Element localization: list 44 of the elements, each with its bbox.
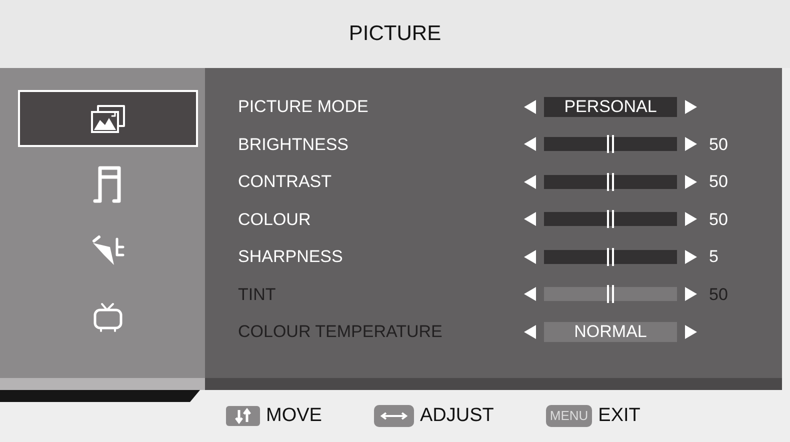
setting-label: TINT bbox=[238, 284, 277, 306]
right-arrow-icon[interactable] bbox=[685, 287, 697, 302]
sidebar-item[interactable] bbox=[18, 90, 198, 147]
setting-reading: 50 bbox=[709, 208, 728, 230]
menu-title: PICTURE bbox=[348, 21, 442, 48]
slider-thumb[interactable] bbox=[607, 135, 614, 154]
slider-track[interactable] bbox=[544, 250, 677, 264]
slider-thumb[interactable] bbox=[607, 248, 614, 266]
right-arrow-icon[interactable] bbox=[685, 212, 697, 226]
slider-thumb[interactable] bbox=[607, 172, 614, 191]
setting-label: BRIGHTNESS bbox=[238, 134, 350, 156]
setting-label: COLOUR bbox=[238, 208, 312, 230]
setting-reading: 50 bbox=[709, 284, 728, 306]
setting-label: PICTURE MODE bbox=[238, 96, 370, 118]
left-arrow-icon[interactable] bbox=[524, 174, 536, 189]
footer-hint: EXIT bbox=[598, 404, 640, 428]
footer-hint: ADJUST bbox=[420, 404, 494, 428]
setting-label: COLOUR TEMPERATURE bbox=[238, 321, 444, 343]
right-arrow-icon[interactable] bbox=[685, 100, 697, 114]
left-arrow-icon[interactable] bbox=[524, 212, 536, 226]
option-value[interactable]: PERSONAL bbox=[544, 96, 677, 117]
left-arrow-icon[interactable] bbox=[524, 324, 536, 339]
slider-track[interactable] bbox=[544, 212, 677, 226]
up-down-arrows-icon bbox=[226, 406, 260, 426]
left-arrow-icon[interactable] bbox=[524, 137, 536, 152]
pictures-icon bbox=[90, 104, 126, 134]
tv-icon bbox=[92, 300, 124, 332]
slider-track[interactable] bbox=[544, 137, 677, 152]
left-arrow-icon[interactable] bbox=[524, 287, 536, 302]
setting-reading: 50 bbox=[709, 171, 728, 193]
slider-track[interactable] bbox=[544, 174, 677, 189]
right-arrow-icon[interactable] bbox=[685, 174, 697, 189]
footer-hint: MOVE bbox=[266, 404, 322, 428]
setting-label: CONTRAST bbox=[238, 171, 332, 193]
right-arrow-icon[interactable] bbox=[685, 250, 697, 264]
key-badge: MENU bbox=[546, 405, 592, 427]
left-arrow-icon[interactable] bbox=[524, 250, 536, 264]
right-arrow-icon[interactable] bbox=[685, 137, 697, 152]
setting-reading: 50 bbox=[709, 134, 728, 156]
slider-thumb[interactable] bbox=[607, 210, 614, 228]
setting-reading: 5 bbox=[709, 246, 718, 268]
right-arrow-icon[interactable] bbox=[685, 324, 697, 339]
left-arrow-icon[interactable] bbox=[524, 100, 536, 114]
setting-label: SHARPNESS bbox=[238, 246, 344, 268]
